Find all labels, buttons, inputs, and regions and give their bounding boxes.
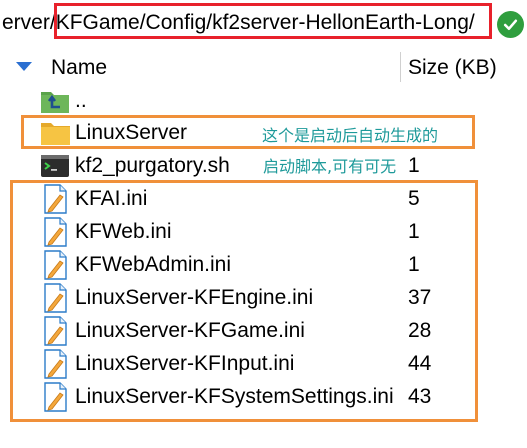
script-annotation-note: 启动脚本,可有可无 <box>263 157 397 176</box>
checkmark-icon <box>503 19 518 31</box>
column-header: Name Size (KB) <box>0 52 527 84</box>
list-item-parent[interactable]: .. <box>0 84 527 117</box>
column-size-header[interactable]: Size (KB) <box>408 56 497 80</box>
column-divider[interactable] <box>400 52 401 82</box>
sort-descending-icon[interactable] <box>16 62 32 71</box>
path-prefix: erver <box>2 11 50 34</box>
path-highlight-box <box>54 3 492 39</box>
column-name-header[interactable]: Name <box>51 56 107 80</box>
list-item-name: .. <box>75 89 87 112</box>
parent-folder-icon <box>40 86 72 116</box>
files-annotation-box <box>10 180 478 422</box>
path-bar[interactable]: erver/KFGame/Config/kf2server-HellonEart… <box>0 0 527 44</box>
list-item-name: kf2_purgatory.sh <box>75 154 230 177</box>
list-item-size: 1 <box>408 154 420 177</box>
terminal-script-icon <box>40 151 72 181</box>
folder-annotation-note: 这个是启动后自动生成的 <box>262 126 439 145</box>
confirm-path-button[interactable] <box>497 11 524 38</box>
